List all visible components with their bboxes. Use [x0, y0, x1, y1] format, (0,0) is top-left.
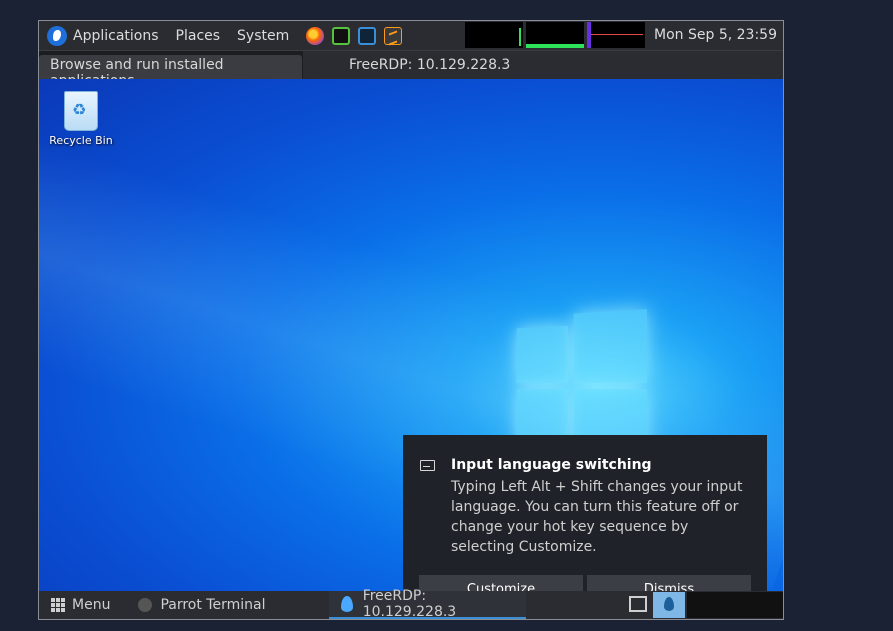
rdp-title-text: FreeRDP: 10.129.228.3: [349, 57, 511, 73]
recycle-bin-label: Recycle Bin: [49, 134, 113, 147]
water-drop-icon: [341, 596, 353, 612]
sublime-icon[interactable]: [384, 26, 403, 45]
terminal-icon[interactable]: [332, 26, 351, 45]
notification-title: Input language switching: [451, 457, 652, 473]
tray-freerdp-icon[interactable]: [653, 592, 685, 618]
menu-system[interactable]: System: [237, 28, 289, 44]
clock[interactable]: Mon Sep 5, 23:59: [654, 27, 777, 43]
firefox-icon[interactable]: [306, 26, 325, 45]
task-label: Parrot Terminal: [160, 597, 266, 613]
menu-applications[interactable]: Applications: [73, 28, 159, 44]
keyboard-icon: [420, 460, 435, 471]
recycle-bin-icon: [64, 91, 98, 131]
remote-desktop-screen: Applications Places System Mon Sep 5, 23…: [38, 20, 784, 620]
notification-body: Typing Left Alt + Shift changes your inp…: [451, 479, 743, 555]
tray-display-icon[interactable]: [629, 596, 647, 612]
windows-desktop[interactable]: Recycle Bin Input language switching Typ…: [39, 79, 783, 593]
recycle-bin[interactable]: Recycle Bin: [47, 91, 115, 147]
tray-empty-area: [687, 592, 783, 618]
network-monitor: [587, 22, 645, 48]
cpu-monitor: [465, 22, 523, 48]
menu-places[interactable]: Places: [176, 28, 221, 44]
bottom-panel: Menu Parrot Terminal FreeRDP: 10.129.228…: [39, 588, 783, 620]
terminal-small-icon: [138, 598, 153, 612]
parrot-logo-icon[interactable]: [47, 25, 67, 46]
rdp-window-title[interactable]: FreeRDP: 10.129.228.3: [303, 51, 783, 79]
task-label: FreeRDP: 10.129.228.3: [362, 588, 457, 620]
memory-monitor: [526, 22, 584, 48]
grid-menu-icon[interactable]: [51, 598, 65, 612]
taskbar-freerdp[interactable]: FreeRDP: 10.129.228.3: [329, 588, 526, 620]
language-switch-notification[interactable]: Input language switching Typing Left Alt…: [403, 435, 767, 593]
system-monitors: [465, 22, 645, 48]
menu-button[interactable]: Menu: [72, 597, 110, 613]
powershell-icon[interactable]: [358, 26, 377, 45]
taskbar-parrot-terminal[interactable]: Parrot Terminal: [132, 591, 271, 619]
top-panel: Applications Places System Mon Sep 5, 23…: [39, 21, 783, 51]
